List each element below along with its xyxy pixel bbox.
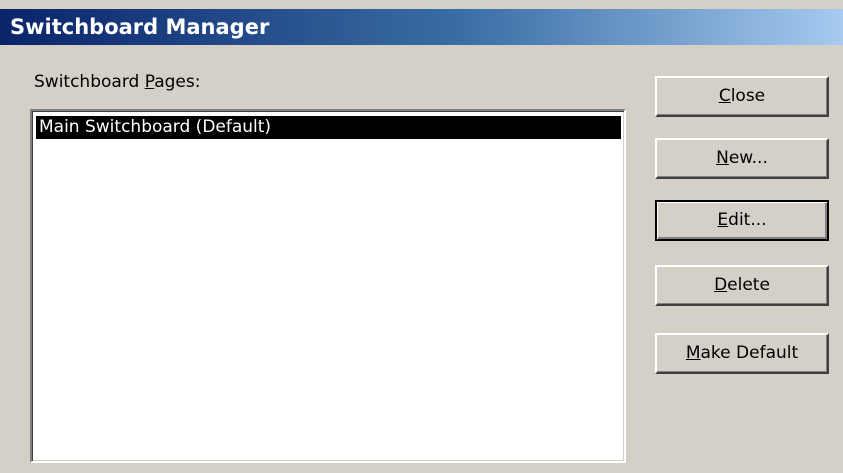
new-accelerator: N xyxy=(716,148,729,168)
window-title: Switchboard Manager xyxy=(10,15,270,39)
make-default-button[interactable]: Make Default xyxy=(655,333,829,374)
edit-button[interactable]: Edit... xyxy=(655,200,829,241)
delete-accelerator: D xyxy=(714,275,728,295)
make-default-accelerator: M xyxy=(685,343,701,363)
make-default-label-rest: ake Default xyxy=(700,343,799,363)
delete-label-rest: elete xyxy=(727,275,770,295)
edit-accelerator: E xyxy=(717,210,729,230)
close-button[interactable]: Close xyxy=(655,76,829,117)
switchboard-pages-label: Switchboard Pages: xyxy=(34,72,200,92)
list-item-main-switchboard[interactable]: Main Switchboard (Default) xyxy=(36,116,621,139)
title-bar[interactable]: Switchboard Manager xyxy=(0,9,843,45)
close-accelerator: C xyxy=(718,86,731,106)
edit-label-rest: dit... xyxy=(728,210,767,230)
pages-label-text: Switchboard xyxy=(34,72,145,92)
new-button[interactable]: New... xyxy=(655,138,829,179)
pages-label-rest: ages: xyxy=(154,72,201,92)
close-label-rest: lose xyxy=(730,86,766,106)
new-label-rest: ew... xyxy=(728,148,768,168)
switchboard-pages-list[interactable]: Main Switchboard (Default) xyxy=(30,109,626,463)
pages-label-accelerator: P xyxy=(144,72,155,92)
delete-button[interactable]: Delete xyxy=(655,265,829,306)
